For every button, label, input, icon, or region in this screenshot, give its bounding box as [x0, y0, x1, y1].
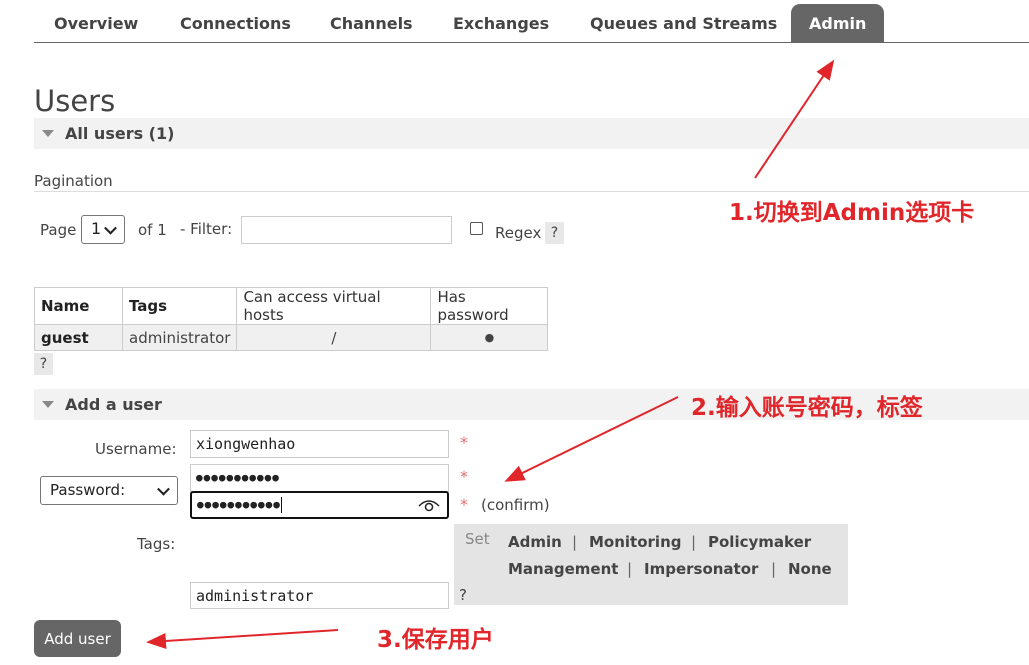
annotation-arrows	[146, 59, 835, 649]
annotation-arrow-1	[754, 59, 835, 179]
annotation-step-3: 3.保存用户	[377, 627, 494, 653]
annotation-step-1: 1.切换到Admin选项卡	[729, 200, 975, 226]
annotation-arrow-2	[504, 396, 679, 482]
annotation-arrow-3	[146, 629, 339, 649]
annotation-step-2: 2.输入账号密码，标签	[691, 395, 923, 421]
